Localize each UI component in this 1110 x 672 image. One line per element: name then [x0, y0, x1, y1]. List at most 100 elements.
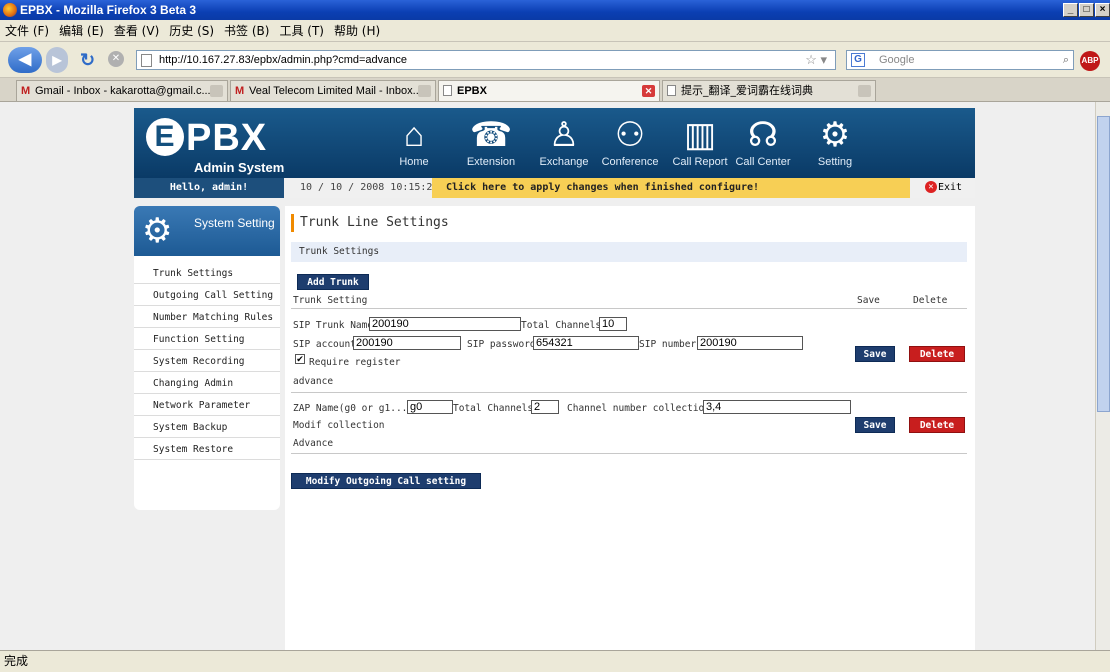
gmail-icon: M [235, 85, 245, 97]
tab-close-icon[interactable] [210, 85, 223, 97]
sidebar-item-system-recording[interactable]: System Recording [134, 351, 280, 372]
url-text: http://10.167.27.83/epbx/admin.php?cmd=a… [159, 54, 407, 66]
tab-close-icon[interactable] [858, 85, 871, 97]
tab-close-icon[interactable]: ✕ [642, 85, 655, 97]
sidebar-item-system-restore[interactable]: System Restore [134, 439, 280, 460]
add-trunk-button[interactable]: Add Trunk [297, 274, 369, 290]
sip-advance-link[interactable]: advance [293, 375, 333, 389]
sidebar-item-admin-password[interactable]: Changing Admin Password [134, 373, 280, 410]
stop-icon[interactable]: ✕ [108, 51, 124, 67]
menu-history[interactable]: 历史 (S) [164, 20, 219, 42]
close-icon: ✕ [925, 181, 937, 193]
require-register-checkbox[interactable]: ✔ [295, 354, 305, 364]
divider [291, 308, 967, 309]
scrollbar-thumb[interactable] [1097, 116, 1110, 412]
window-title: EPBX - Mozilla Firefox 3 Beta 3 [20, 3, 197, 17]
close-window-button[interactable]: × [1095, 3, 1110, 17]
channel-collection-input[interactable]: 3,4 [703, 400, 851, 414]
menu-view[interactable]: 查看 (V) [109, 20, 164, 42]
gear-icon: ⚙ [819, 116, 851, 154]
vertical-scrollbar[interactable] [1095, 102, 1110, 650]
greeting: Hello, admin! [134, 178, 284, 198]
zap-advance-link[interactable]: Advance [293, 437, 333, 451]
adblock-icon[interactable]: ABP [1080, 51, 1100, 71]
maximize-button[interactable]: □ [1079, 3, 1094, 17]
tab-label: EPBX [457, 85, 487, 97]
search-input[interactable]: G Google ⌕ [846, 50, 1074, 70]
col-save: Save [857, 295, 880, 306]
divider [291, 453, 967, 454]
admin-system-label: Admin System [194, 160, 285, 175]
bookmark-star-icon[interactable]: ☆ ▾ [805, 51, 827, 69]
sip-account-input[interactable]: 200190 [353, 336, 461, 350]
sidebar-item-network-parameter[interactable]: Network Parameter [134, 395, 280, 416]
sip-trunk-name-input[interactable]: 200190 [369, 317, 521, 331]
sidebar-item-outgoing-call[interactable]: Outgoing Call Setting [134, 285, 280, 306]
tab-iciba[interactable]: 提示_翻译_爱词霸在线词典 [662, 80, 876, 101]
menu-tools[interactable]: 工具 (T) [274, 20, 329, 42]
status-text: 完成 [4, 654, 29, 668]
sidebar-item-system-backup[interactable]: System Backup [134, 417, 280, 438]
datetime: 10 / 10 / 2008 10:15:20 [300, 182, 439, 193]
menu-edit[interactable]: 编辑 (E) [54, 20, 109, 42]
col-delete: Delete [913, 295, 948, 306]
menu-file[interactable]: 文件 (F) [0, 20, 54, 42]
bar-chart-icon: ▥ [683, 116, 717, 154]
menu-bookmarks[interactable]: 书签 (B) [219, 20, 274, 42]
col-trunk-setting: Trunk Setting [293, 295, 368, 306]
status-bar: 完成 [0, 650, 1110, 672]
zap-save-button[interactable]: Save [855, 417, 895, 433]
menu-bar: 文件 (F) 编辑 (E) 查看 (V) 历史 (S) 书签 (B) 工具 (T) 帮助 (… [0, 20, 1110, 42]
sip-total-channels-input[interactable]: 10 [599, 317, 627, 331]
divider [291, 392, 967, 393]
sidebar-item-function-setting[interactable]: Function Setting [134, 329, 280, 350]
menu-help[interactable]: 帮助 (H) [329, 20, 385, 42]
exit-link[interactable]: ✕ Exit [925, 178, 962, 198]
nav-extension[interactable]: ☎ Extension [460, 114, 522, 168]
url-bar[interactable]: http://10.167.27.83/epbx/admin.php?cmd=a… [136, 50, 836, 70]
forward-arrow-icon[interactable]: ▶ [46, 47, 68, 73]
nav-setting[interactable]: ⚙ Setting [804, 114, 866, 168]
search-placeholder: Google [879, 54, 915, 66]
zap-delete-button[interactable]: Delete [909, 417, 965, 433]
tab-close-icon[interactable] [418, 85, 431, 97]
sip-delete-button[interactable]: Delete [909, 346, 965, 362]
minimize-button[interactable]: _ [1063, 3, 1078, 17]
tab-veal-mail[interactable]: M Veal Telecom Limited Mail - Inbox... [230, 80, 436, 101]
nav-call-center[interactable]: ☊ Call Center [732, 114, 794, 168]
sip-password-input[interactable]: 654321 [533, 336, 639, 350]
apply-changes-link[interactable]: Click here to apply changes when finishe… [432, 178, 910, 198]
modif-collection-link[interactable]: Modif collection [293, 419, 385, 433]
sidebar: ⚙ System Setting Trunk Settings Outgoing… [134, 206, 280, 510]
google-icon[interactable]: G [851, 53, 865, 67]
zap-total-channels-label: Total Channels [453, 403, 534, 414]
sip-account-label: SIP account [293, 339, 356, 350]
info-bar: Hello, admin! 10 / 10 / 2008 10:15:20 Cl… [134, 178, 975, 198]
sip-save-button[interactable]: Save [855, 346, 895, 362]
nav-conference[interactable]: ⚇ Conference [599, 114, 661, 168]
sidebar-item-trunk-settings[interactable]: Trunk Settings [134, 263, 280, 284]
sip-number-input[interactable]: 200190 [697, 336, 803, 350]
tab-epbx[interactable]: EPBX ✕ [438, 80, 660, 101]
search-icon[interactable]: ⌕ [1063, 51, 1069, 69]
nav-call-report[interactable]: ▥ Call Report [669, 114, 731, 168]
back-arrow-icon[interactable]: ◀ [8, 47, 42, 73]
sip-number-label: SIP number [639, 339, 697, 350]
zap-name-input[interactable]: g0 [407, 400, 453, 414]
sidebar-title: System Setting [194, 216, 275, 230]
reload-icon[interactable]: ↻ [80, 50, 95, 71]
require-register-label: Require register [309, 357, 401, 368]
nav-home[interactable]: ⌂ Home [383, 114, 445, 168]
tab-gmail[interactable]: M Gmail - Inbox - kakarotta@gmail.c... [16, 80, 228, 101]
modify-outgoing-call-button[interactable]: Modify Outgoing Call setting [291, 473, 481, 489]
home-icon: ⌂ [403, 116, 425, 154]
tab-label: Gmail - Inbox - kakarotta@gmail.c... [35, 85, 211, 97]
sidebar-item-number-matching[interactable]: Number Matching Rules [134, 307, 280, 328]
tab-bar: M Gmail - Inbox - kakarotta@gmail.c... M… [0, 78, 1110, 102]
gmail-icon: M [21, 85, 31, 97]
page-icon [667, 85, 676, 96]
section-heading: Trunk Settings [291, 242, 967, 262]
zap-total-channels-input[interactable]: 2 [531, 400, 559, 414]
epbx-header: E PBX Admin System ⌂ Home ☎ Extension ♙ Exch… [134, 108, 975, 178]
nav-exchange[interactable]: ♙ Exchange [533, 114, 595, 168]
